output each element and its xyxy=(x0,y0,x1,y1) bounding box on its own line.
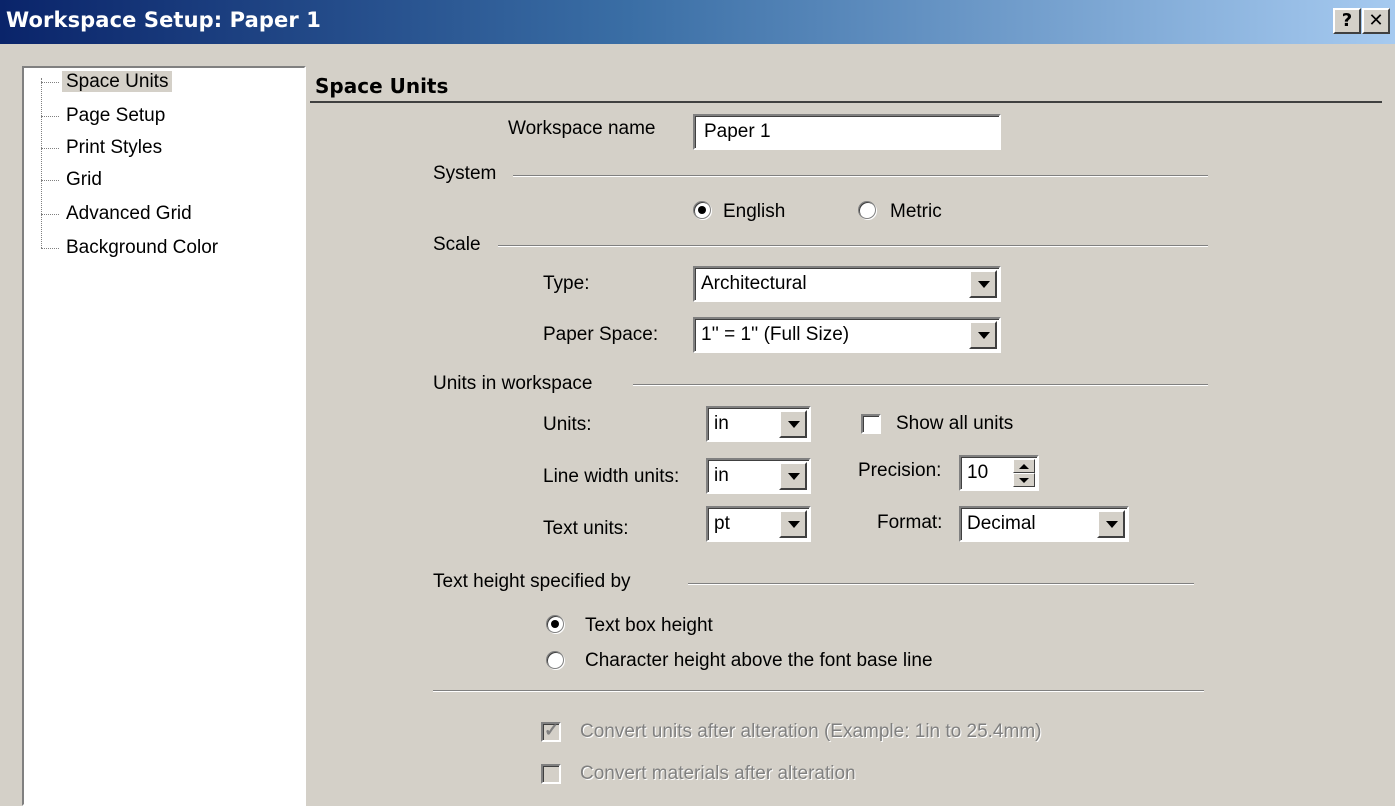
precision-label: Precision: xyxy=(858,460,942,481)
text-box-height-label: Text box height xyxy=(585,615,713,636)
tree-item-print-styles[interactable]: Print Styles xyxy=(62,135,166,165)
precision-value: 10 xyxy=(967,462,989,483)
show-all-units-label: Show all units xyxy=(896,413,1014,434)
line-width-units-label: Line width units: xyxy=(543,466,680,487)
units-select[interactable]: in xyxy=(706,406,811,442)
tree-branch-line xyxy=(41,148,59,149)
character-height-label: Character height above the font base lin… xyxy=(585,650,933,671)
scale-group-line xyxy=(498,245,1208,247)
text-height-group-line xyxy=(688,583,1194,585)
tree-branch-line xyxy=(41,214,59,215)
settings-tree: Space Units Page Setup Print Styles Grid… xyxy=(22,66,306,806)
text-units-label: Text units: xyxy=(543,518,629,539)
section-title: Space Units xyxy=(315,74,449,98)
precision-spinner[interactable]: 10 xyxy=(959,455,1039,491)
tree-item-label: Space Units xyxy=(62,71,173,92)
paper-space-value: 1'' = 1'' (Full Size) xyxy=(701,324,850,345)
tree-item-background-color[interactable]: Background Color xyxy=(62,235,222,265)
tree-item-grid[interactable]: Grid xyxy=(62,167,106,197)
tree-branch-line xyxy=(41,82,59,83)
tree-item-label: Grid xyxy=(66,169,102,190)
system-group-label: System xyxy=(433,163,497,184)
format-value: Decimal xyxy=(967,513,1036,534)
text-units-value: pt xyxy=(714,513,730,534)
tree-branch-line xyxy=(41,116,59,117)
close-button[interactable]: ✕ xyxy=(1362,8,1390,34)
help-button[interactable]: ? xyxy=(1333,8,1361,34)
scale-type-label: Type: xyxy=(543,273,590,294)
units-group-label: Units in workspace xyxy=(433,373,593,394)
tree-item-space-units[interactable]: Space Units xyxy=(62,69,173,99)
text-units-select[interactable]: pt xyxy=(706,506,811,542)
english-label: English xyxy=(723,201,786,222)
chevron-down-icon[interactable] xyxy=(1097,510,1125,538)
text-box-height-radio[interactable] xyxy=(546,615,564,633)
section-separator xyxy=(433,690,1204,692)
paper-space-label: Paper Space: xyxy=(543,324,659,345)
chevron-down-icon[interactable] xyxy=(969,321,997,349)
convert-units-label: Convert units after alteration (Example:… xyxy=(580,721,1042,742)
tree-branch-line xyxy=(41,248,59,249)
show-all-units-checkbox[interactable] xyxy=(861,414,881,434)
tree-item-label: Advanced Grid xyxy=(66,203,192,224)
units-group-line xyxy=(633,384,1208,386)
convert-materials-label: Convert materials after alteration xyxy=(580,763,856,784)
chevron-down-icon[interactable] xyxy=(779,462,807,490)
english-radio[interactable] xyxy=(693,201,711,219)
tree-item-label: Background Color xyxy=(66,237,219,258)
units-label: Units: xyxy=(543,414,592,435)
paper-space-select[interactable]: 1'' = 1'' (Full Size) xyxy=(693,317,1001,353)
tree-item-label: Page Setup xyxy=(66,105,166,126)
window-title: Workspace Setup: Paper 1 xyxy=(6,8,321,32)
character-height-radio[interactable] xyxy=(546,651,564,669)
format-select[interactable]: Decimal xyxy=(959,506,1129,542)
spin-up-icon[interactable] xyxy=(1013,459,1035,473)
workspace-name-label: Workspace name xyxy=(508,118,656,139)
tree-item-page-setup[interactable]: Page Setup xyxy=(62,103,169,133)
spin-buttons xyxy=(1013,459,1035,487)
line-width-units-value: in xyxy=(714,465,729,486)
chevron-down-icon[interactable] xyxy=(779,410,807,438)
format-label: Format: xyxy=(877,512,943,533)
section-divider xyxy=(310,101,1382,103)
text-height-group-label: Text height specified by xyxy=(433,571,631,592)
scale-type-value: Architectural xyxy=(701,273,807,294)
chevron-down-icon[interactable] xyxy=(969,270,997,298)
chevron-down-icon[interactable] xyxy=(779,510,807,538)
convert-materials-checkbox[interactable] xyxy=(541,764,561,784)
tree-item-advanced-grid[interactable]: Advanced Grid xyxy=(62,201,196,231)
line-width-units-select[interactable]: in xyxy=(706,458,811,494)
system-group-line xyxy=(513,175,1208,177)
metric-radio[interactable] xyxy=(858,201,876,219)
scale-group-label: Scale xyxy=(433,234,481,255)
tree-connector-line xyxy=(41,78,42,248)
units-value: in xyxy=(714,413,729,434)
scale-type-select[interactable]: Architectural xyxy=(693,266,1001,302)
title-bar: Workspace Setup: Paper 1 ? ✕ xyxy=(0,0,1395,44)
convert-units-checkbox[interactable] xyxy=(541,720,561,742)
spin-down-icon[interactable] xyxy=(1013,473,1035,487)
workspace-name-input[interactable]: Paper 1 xyxy=(693,114,1001,150)
metric-label: Metric xyxy=(890,201,942,222)
tree-branch-line xyxy=(41,180,59,181)
tree-item-label: Print Styles xyxy=(66,137,163,158)
